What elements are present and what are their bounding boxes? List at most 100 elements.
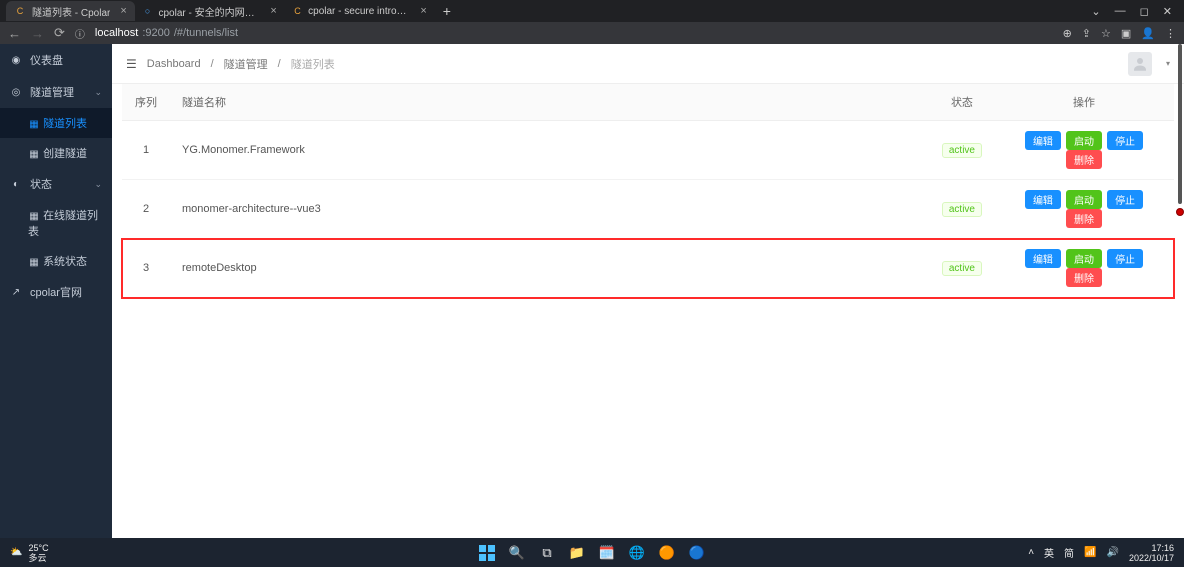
- sidebar-sub-item[interactable]: ▦ 隧道列表: [0, 108, 112, 138]
- cell-ops: 编辑 启动 停止 删除: [994, 180, 1174, 239]
- table-row: 3 remoteDesktop active 编辑 启动 停止 删除: [122, 239, 1174, 298]
- status-badge: active: [942, 143, 982, 158]
- manage-icon: ◎: [10, 86, 22, 98]
- sidebar-item-label: 仪表盘: [30, 52, 63, 68]
- stop-button[interactable]: 停止: [1107, 131, 1143, 150]
- ime-lang[interactable]: 英: [1044, 545, 1054, 560]
- edit-button[interactable]: 编辑: [1025, 131, 1061, 150]
- minimize-icon[interactable]: ―: [1115, 5, 1126, 18]
- stop-button[interactable]: 停止: [1107, 249, 1143, 268]
- url-host: localhost: [95, 27, 138, 39]
- sidebar-item[interactable]: ↗cpolar官网: [0, 276, 112, 308]
- window-controls: ⌄ ― ◻ ✕: [1091, 5, 1184, 18]
- close-icon[interactable]: ✕: [1163, 5, 1172, 18]
- menu-toggle-icon[interactable]: ☰: [126, 57, 137, 71]
- tray-chevron-icon[interactable]: ˄: [1028, 547, 1034, 558]
- profile-icon[interactable]: 👤: [1141, 27, 1155, 40]
- cell-seq: 3: [122, 239, 170, 298]
- tab-title: cpolar - secure introspectable: [308, 6, 410, 17]
- sidebar-sub-item[interactable]: ▦ 系统状态: [0, 246, 112, 276]
- wifi-icon[interactable]: 📶: [1084, 547, 1096, 558]
- list-icon: ▦: [28, 119, 40, 131]
- cell-seq: 2: [122, 180, 170, 239]
- clock[interactable]: 17:16 2022/10/17: [1129, 543, 1174, 563]
- url-field[interactable]: localhost:9200/#/tunnels/list: [95, 27, 1053, 39]
- sidebar-item[interactable]: ◎隧道管理⌄: [0, 76, 112, 108]
- ime-mode[interactable]: 简: [1064, 545, 1074, 560]
- chevron-down-icon[interactable]: ⌄: [1091, 5, 1100, 18]
- cell-ops: 编辑 启动 停止 删除: [994, 121, 1174, 180]
- tab-close-icon[interactable]: ×: [420, 5, 426, 17]
- start-icon[interactable]: [478, 544, 496, 562]
- sidebar-item[interactable]: ◉仪表盘: [0, 44, 112, 76]
- search-icon[interactable]: ⊕: [1063, 27, 1072, 40]
- reload-button[interactable]: ⟳: [54, 25, 65, 41]
- taskview-icon[interactable]: ⧉: [538, 544, 556, 562]
- cell-name: remoteDesktop: [170, 239, 930, 298]
- tab-close-icon[interactable]: ×: [270, 5, 276, 17]
- sidebar-item-label: 隧道管理: [30, 84, 74, 100]
- weather-widget[interactable]: ⛅ 25°C 多云: [10, 543, 49, 563]
- forward-button[interactable]: →: [31, 26, 44, 41]
- taskbar-center: 🔍 ⧉ 📁 🗓️ 🌐 🟠 🔵: [478, 544, 706, 562]
- sidebar-sub-item[interactable]: ▦ 在线隧道列表: [0, 200, 112, 246]
- delete-button[interactable]: 删除: [1066, 150, 1102, 169]
- breadcrumb-dashboard[interactable]: Dashboard: [147, 58, 201, 70]
- weather-icon: ⛅: [10, 547, 22, 558]
- avatar[interactable]: [1128, 52, 1152, 76]
- browser-tab[interactable]: C 隧道列表 - Cpolar ×: [6, 1, 135, 21]
- delete-button[interactable]: 删除: [1066, 268, 1102, 287]
- edge-icon[interactable]: 🌐: [628, 544, 646, 562]
- cell-name: YG.Monomer.Framework: [170, 121, 930, 180]
- cell-name: monomer-architecture--vue3: [170, 180, 930, 239]
- edit-button[interactable]: 编辑: [1025, 249, 1061, 268]
- search-taskbar-icon[interactable]: 🔍: [508, 544, 526, 562]
- favicon: C: [293, 5, 302, 17]
- browser-tab[interactable]: ○cpolar - 安全的内网穿透工具×: [135, 1, 285, 21]
- annotation-dot: [1176, 208, 1184, 216]
- sidebar-item-label: 状态: [30, 176, 52, 192]
- chevron-down-icon: ⌄: [94, 179, 102, 190]
- col-seq: 序列: [122, 84, 170, 121]
- app-icon-1[interactable]: 🟠: [658, 544, 676, 562]
- sidebar-item[interactable]: ◐ 状态 ⌄: [0, 168, 112, 200]
- site-info-icon[interactable]: ⓘ: [75, 26, 85, 41]
- status-icon: ◐: [10, 178, 22, 190]
- volume-icon[interactable]: 🔊: [1107, 547, 1119, 558]
- taskbar: ⛅ 25°C 多云 🔍 ⧉ 📁 🗓️ 🌐 🟠 🔵 ˄ 英 简 📶 🔊 17:16…: [0, 538, 1184, 567]
- bookmark-icon[interactable]: ☆: [1101, 27, 1111, 40]
- menu-icon[interactable]: ⋮: [1165, 27, 1176, 40]
- favicon: C: [14, 5, 26, 17]
- sidebar: ◉仪表盘◎隧道管理⌄▦ 隧道列表▦ 创建隧道◐状态⌄▦ 在线隧道列表▦ 系统状态…: [0, 44, 112, 538]
- avatar-caret-icon[interactable]: ▾: [1166, 59, 1170, 68]
- back-button[interactable]: ←: [8, 26, 21, 41]
- table-row: 2 monomer-architecture--vue3 active 编辑 启…: [122, 180, 1174, 239]
- start-button[interactable]: 启动: [1066, 131, 1102, 150]
- col-status: 状态: [930, 84, 994, 121]
- calendar-icon[interactable]: 🗓️: [598, 544, 616, 562]
- delete-button[interactable]: 删除: [1066, 209, 1102, 228]
- tab-close-icon[interactable]: ×: [120, 5, 126, 17]
- stop-button[interactable]: 停止: [1107, 190, 1143, 209]
- weather-cond: 多云: [28, 553, 48, 563]
- reading-list-icon[interactable]: ▣: [1121, 27, 1131, 40]
- edit-button[interactable]: 编辑: [1025, 190, 1061, 209]
- new-tab-button[interactable]: +: [435, 3, 459, 19]
- start-button[interactable]: 启动: [1066, 249, 1102, 268]
- start-button[interactable]: 启动: [1066, 190, 1102, 209]
- share-icon[interactable]: ⇪: [1082, 27, 1091, 40]
- tab-title: cpolar - 安全的内网穿透工具: [158, 4, 260, 19]
- browser-tab[interactable]: Ccpolar - secure introspectable ×: [285, 1, 435, 21]
- chrome-icon[interactable]: 🔵: [688, 544, 706, 562]
- link-icon: ↗: [10, 286, 22, 298]
- status-badge: active: [942, 202, 982, 217]
- breadcrumb-tunnel-manage[interactable]: 隧道管理: [224, 56, 268, 72]
- sidebar-sub-item[interactable]: ▦ 创建隧道: [0, 138, 112, 168]
- breadcrumb-bar: ☰ Dashboard / 隧道管理 / 隧道列表 ▾: [112, 44, 1184, 84]
- maximize-icon[interactable]: ◻: [1140, 5, 1149, 18]
- clock-time: 17:16: [1151, 543, 1174, 553]
- scrollbar[interactable]: [1178, 44, 1182, 204]
- sidebar-item-label: 隧道列表: [43, 118, 87, 130]
- tab-title: 隧道列表 - Cpolar: [32, 4, 110, 19]
- explorer-icon[interactable]: 📁: [568, 544, 586, 562]
